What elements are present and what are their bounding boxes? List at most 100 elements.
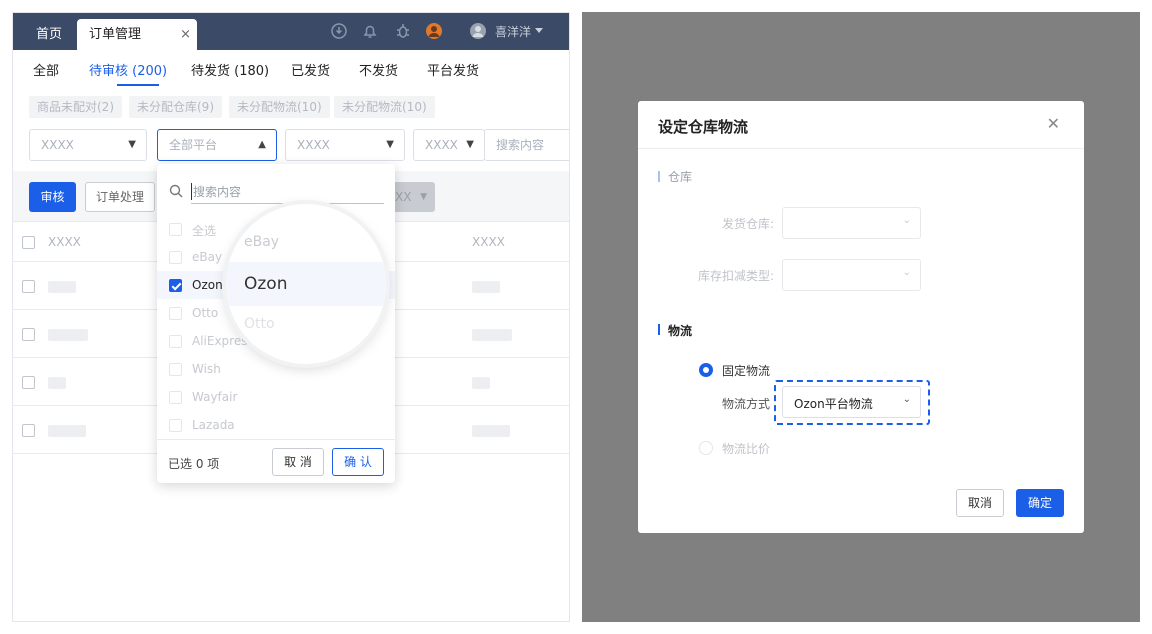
- option-label: Wish: [192, 362, 221, 376]
- row-checkbox[interactable]: [22, 424, 35, 437]
- magnified-option-ozon: Ozon: [244, 274, 288, 294]
- cell-placeholder: [472, 425, 510, 437]
- magnified-option-otto: Otto: [244, 316, 275, 332]
- status-tab-underline: [117, 84, 159, 86]
- filter-select-3[interactable]: XXXX ▼: [285, 129, 405, 161]
- option-checkbox[interactable]: [169, 307, 182, 320]
- magnifier-lens: eBay Ozon Otto: [226, 204, 386, 364]
- tab-order-management[interactable]: 订单管理 ×: [77, 19, 197, 50]
- tab-close-icon[interactable]: ×: [180, 19, 191, 50]
- user-menu-caret-icon[interactable]: [535, 28, 543, 34]
- select-all-rows-checkbox[interactable]: [22, 236, 35, 249]
- support-avatar-icon[interactable]: [425, 22, 443, 40]
- dropdown-confirm-button[interactable]: 确 认: [332, 448, 384, 476]
- filter-select-1[interactable]: XXXX ▼: [29, 129, 147, 161]
- cell-placeholder: [48, 425, 86, 437]
- user-avatar[interactable]: [469, 22, 487, 40]
- label-stock-deduction-type: 库存扣减类型:: [697, 269, 774, 283]
- top-nav-bar: 首页 订单管理 × 喜洋洋: [13, 13, 569, 50]
- chevron-down-icon: ⌄: [902, 215, 911, 226]
- status-tab-not-ship[interactable]: 不发货: [359, 60, 398, 79]
- download-icon[interactable]: [330, 22, 348, 40]
- filter-search-input[interactable]: 搜索内容: [484, 129, 569, 161]
- label-ship-warehouse: 发货仓库:: [721, 217, 774, 231]
- table-header-col2: XXXX: [472, 235, 505, 249]
- cell-placeholder: [472, 281, 500, 293]
- option-checkbox[interactable]: [169, 363, 182, 376]
- user-name[interactable]: 喜洋洋: [495, 23, 531, 40]
- magnified-option-ebay: eBay: [244, 234, 280, 250]
- dialog-header-divider: [638, 148, 1084, 149]
- platform-select[interactable]: 全部平台 ▲: [157, 129, 277, 161]
- filter-select-4[interactable]: XXXX ▼: [413, 129, 485, 161]
- row-checkbox[interactable]: [22, 376, 35, 389]
- cell-placeholder: [48, 281, 76, 293]
- chevron-down-icon: ▼: [420, 192, 427, 202]
- order-process-button[interactable]: 订单处理: [85, 182, 155, 212]
- status-tab-pending-ship[interactable]: 待发货 (180): [191, 60, 269, 79]
- stock-deduction-type-select[interactable]: ⌄: [782, 259, 921, 291]
- chevron-down-icon: ▼: [466, 139, 474, 150]
- status-tab-platform-ship[interactable]: 平台发货: [427, 60, 479, 79]
- dropdown-search-input[interactable]: 搜索内容: [191, 183, 241, 200]
- platform-select-value: 全部平台: [169, 138, 218, 152]
- chevron-down-icon: ⌄: [902, 267, 911, 278]
- chip-unassigned-warehouse[interactable]: 未分配仓库(9): [129, 96, 222, 118]
- row-checkbox[interactable]: [22, 328, 35, 341]
- section-logistics-title: 物流: [668, 324, 693, 338]
- status-tab-all[interactable]: 全部: [33, 60, 59, 79]
- close-icon[interactable]: ✕: [1047, 114, 1060, 133]
- dialog-cancel-button[interactable]: 取消: [956, 489, 1004, 517]
- dialog-title: 设定仓库物流: [658, 118, 749, 136]
- chip-unassigned-logistics-2[interactable]: 未分配物流(10): [334, 96, 435, 118]
- radio-dot: [703, 367, 709, 373]
- table-header-col1: XXXX: [48, 235, 81, 249]
- ship-warehouse-select[interactable]: ⌄: [782, 207, 921, 239]
- option-label: Ozon: [192, 278, 223, 292]
- search-icon: [169, 184, 183, 198]
- label-logistics-method: 物流方式: [722, 397, 771, 411]
- filter-select-1-value: XXXX: [41, 138, 74, 152]
- chevron-up-icon: ▲: [258, 139, 266, 150]
- cell-placeholder: [48, 329, 88, 341]
- chip-unassigned-logistics[interactable]: 未分配物流(10): [229, 96, 330, 118]
- option-checkbox[interactable]: [169, 335, 182, 348]
- cell-placeholder: [472, 329, 512, 341]
- dropdown-footer-divider: [157, 439, 395, 440]
- logistics-method-value: Ozon平台物流: [794, 397, 873, 411]
- radio-logistics-compare-label[interactable]: 物流比价: [722, 440, 770, 457]
- set-warehouse-logistics-dialog: 设定仓库物流 ✕ 仓库 发货仓库: ⌄ 库存扣减类型: ⌄ 物流 固定物流 物流…: [638, 101, 1084, 533]
- chip-unmatched-goods[interactable]: 商品未配对(2): [29, 96, 122, 118]
- option-label: Lazada: [192, 418, 235, 432]
- radio-logistics-compare[interactable]: [699, 441, 713, 455]
- tab-order-management-label: 订单管理: [89, 27, 142, 42]
- option-checkbox[interactable]: [169, 419, 182, 432]
- status-tab-shipped[interactable]: 已发货: [291, 60, 330, 79]
- logistics-method-select[interactable]: Ozon平台物流 ⌄: [782, 386, 921, 418]
- option-checkbox[interactable]: [169, 391, 182, 404]
- option-label: Otto: [192, 306, 219, 320]
- option-checkbox[interactable]: [169, 223, 182, 236]
- section-marker: [658, 171, 660, 182]
- bell-icon[interactable]: [361, 22, 379, 40]
- review-button[interactable]: 审核: [29, 182, 76, 212]
- option-checkbox-checked[interactable]: [169, 279, 182, 292]
- cell-placeholder: [48, 377, 66, 389]
- radio-fixed-logistics[interactable]: [699, 363, 713, 377]
- tab-home[interactable]: 首页: [21, 19, 77, 50]
- dialog-confirm-button[interactable]: 确定: [1016, 489, 1064, 517]
- chevron-down-icon: ⌄: [902, 394, 911, 405]
- row-checkbox[interactable]: [22, 280, 35, 293]
- chevron-down-icon: ▼: [386, 139, 394, 150]
- more-actions-label: XX: [395, 190, 412, 204]
- section-marker: [658, 324, 660, 335]
- status-tab-pending-review[interactable]: 待审核 (200): [89, 60, 167, 79]
- bug-icon[interactable]: [394, 22, 412, 40]
- cell-placeholder: [472, 377, 490, 389]
- option-checkbox[interactable]: [169, 251, 182, 264]
- option-label: 全选: [192, 224, 217, 238]
- radio-fixed-logistics-label[interactable]: 固定物流: [722, 362, 770, 379]
- option-label: eBay: [192, 250, 223, 264]
- dropdown-cancel-button[interactable]: 取 消: [272, 448, 324, 476]
- dropdown-search-underline: [191, 203, 384, 204]
